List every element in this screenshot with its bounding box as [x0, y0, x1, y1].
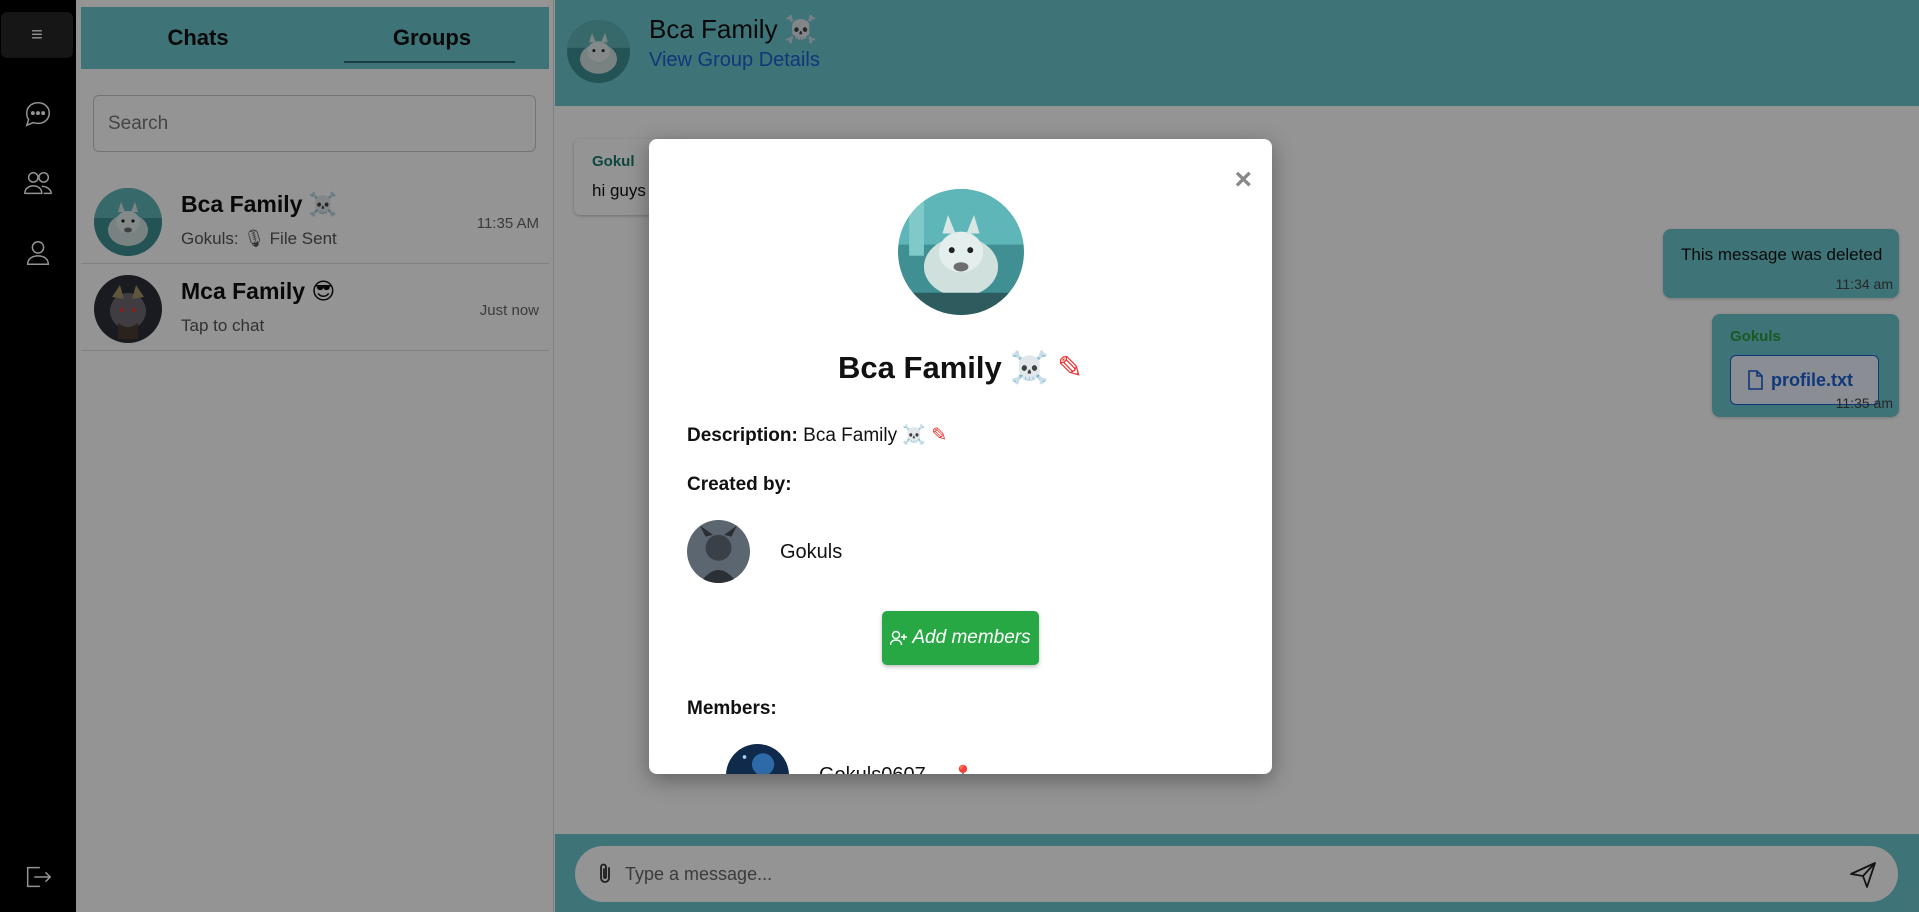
edit-description-icon[interactable]: ✎ [931, 425, 947, 446]
group-description: Description: Bca Family ☠️ ✎ [687, 423, 947, 447]
close-icon[interactable]: × [1234, 165, 1252, 195]
edit-name-icon[interactable]: ✎ [1057, 350, 1083, 385]
admin-pin-icon: 📍 [953, 764, 973, 774]
group-avatar-large[interactable] [898, 189, 1024, 315]
description-value: Bca Family ☠️ [803, 425, 927, 446]
members-label: Members: [687, 698, 777, 719]
description-label: Description: [687, 425, 798, 446]
created-by-label: Created by: [687, 474, 792, 495]
member-avatar [726, 744, 789, 774]
add-members-button[interactable]: Add members [882, 611, 1039, 665]
group-name-text: Bca Family ☠️ [838, 350, 1049, 385]
add-members-label: Add members [912, 627, 1031, 648]
member-name: Gokuls0607 [819, 764, 926, 774]
creator-name: Gokuls [780, 541, 843, 563]
group-details-modal: × Bca Family ☠️ ✎ Description: Bca Family… [649, 139, 1272, 774]
creator-avatar [687, 520, 750, 583]
group-name: Bca Family ☠️ ✎ [649, 349, 1272, 386]
add-user-icon [890, 630, 908, 646]
